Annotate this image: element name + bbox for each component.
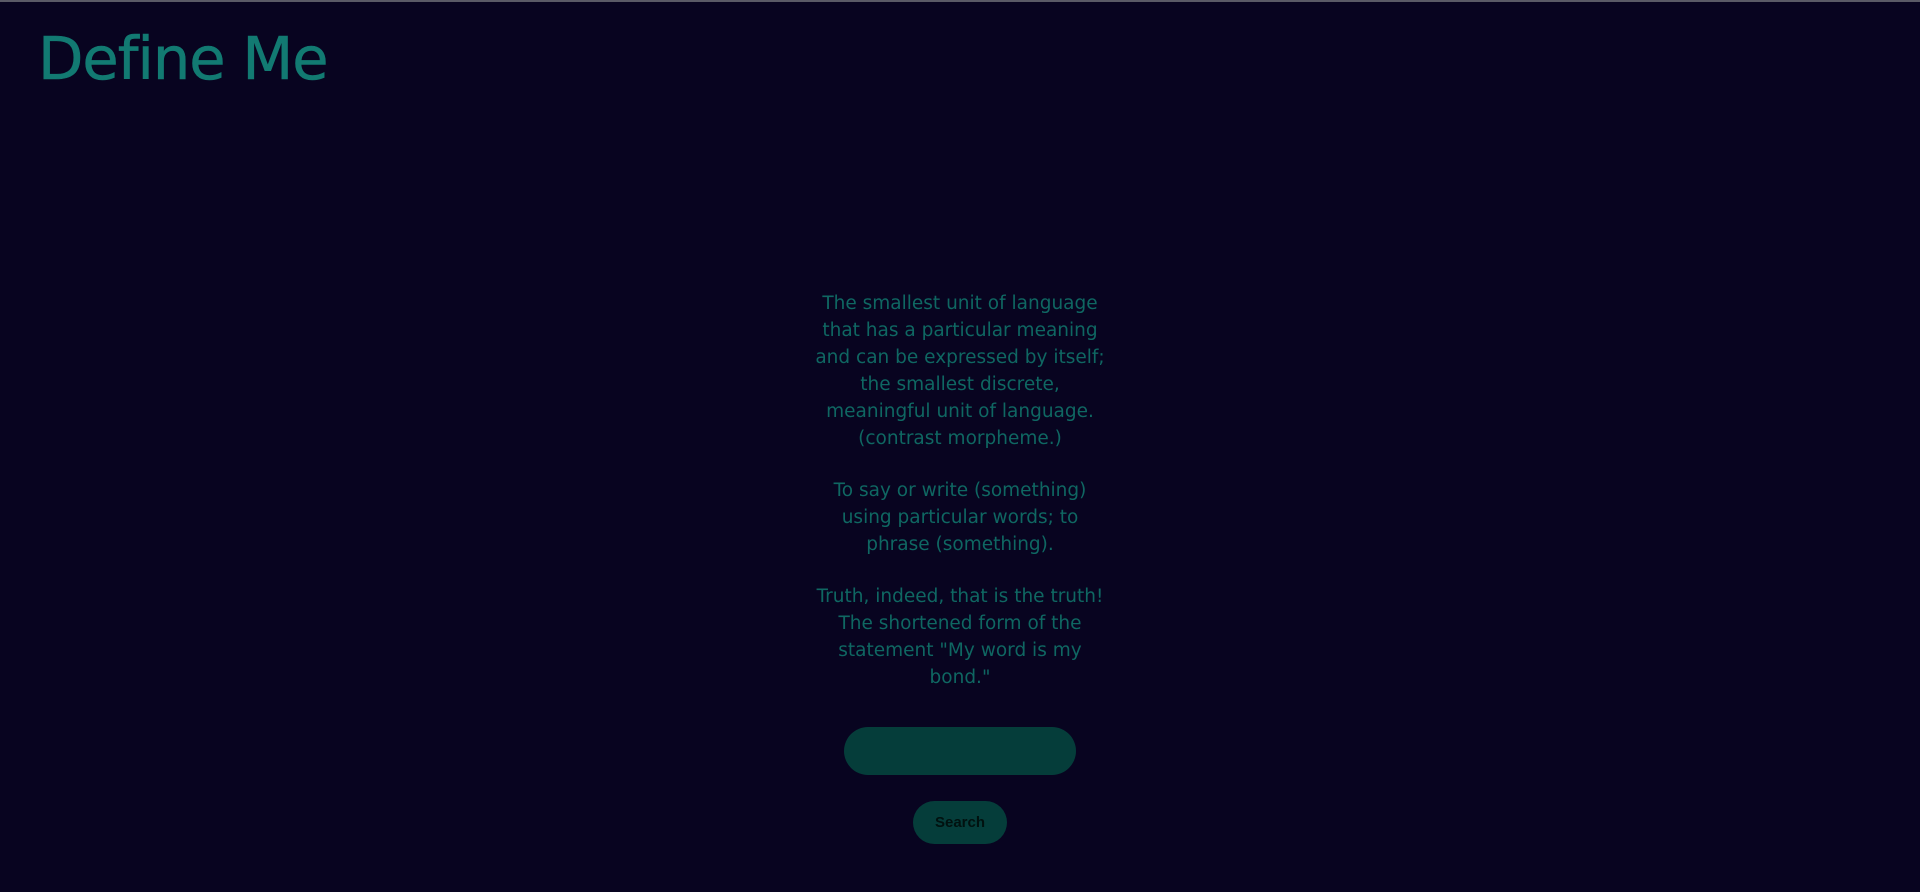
definition-item: Truth, indeed, that is the truth! The sh…: [816, 586, 1104, 688]
search-input[interactable]: [844, 727, 1076, 775]
window-top-border: [0, 0, 1920, 2]
definition-item: The smallest unit of language that has a…: [815, 293, 1105, 449]
definition-item: To say or write (something) using partic…: [833, 480, 1087, 555]
definitions-list: The smallest unit of language that has a…: [810, 290, 1110, 716]
search-button[interactable]: Search: [913, 801, 1007, 844]
app-title: Define Me: [38, 24, 329, 94]
